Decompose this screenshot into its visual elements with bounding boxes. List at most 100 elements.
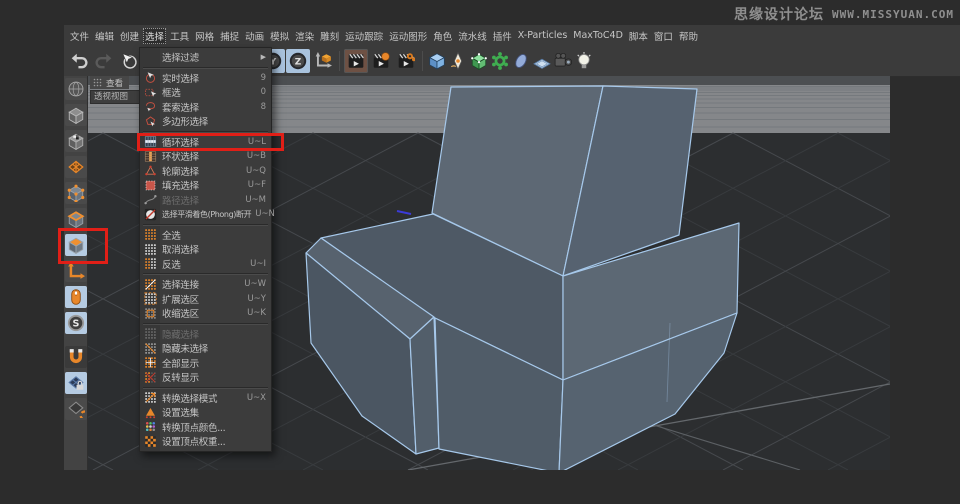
menu-item-row-6[interactable]: 环状选择U~B xyxy=(140,149,271,164)
menu-item-row-24[interactable]: 设置顶点权重... xyxy=(140,434,271,449)
menu-item-8[interactable]: 模拟 xyxy=(268,28,291,44)
sculpt-mode-button[interactable] xyxy=(65,78,87,100)
menu-item-row-3[interactable]: 套索选择8 xyxy=(140,100,271,115)
subdivision-button[interactable] xyxy=(469,49,489,73)
model-corner-chamfer[interactable] xyxy=(410,317,439,454)
menu-item-label: 选择过滤 xyxy=(162,50,261,64)
menu-item-row-17[interactable]: 隐藏选择 xyxy=(140,327,271,342)
menu-item-label: 隐藏未选择 xyxy=(162,341,266,355)
menu-item-shortcut: 0 xyxy=(261,87,266,97)
spline-pen-button[interactable] xyxy=(448,49,468,73)
menu-item-3[interactable]: 选择 xyxy=(143,28,166,44)
points-mode-button[interactable] xyxy=(65,182,87,204)
snap-magnet-button[interactable] xyxy=(65,346,87,368)
render-region-button[interactable] xyxy=(369,49,393,73)
menu-item-row-13[interactable]: 反选U~I xyxy=(140,257,271,272)
simulation-button[interactable]: S xyxy=(65,312,87,334)
menu-item-4[interactable]: 工具 xyxy=(168,28,191,44)
menu-x-particles[interactable]: X-Particles xyxy=(516,29,570,42)
viewport-view-tab[interactable]: 查看 xyxy=(90,76,129,89)
menu-item-row-1[interactable]: 实时选择9 xyxy=(140,71,271,86)
menu-item-row-11[interactable]: 全选 xyxy=(140,228,271,243)
floor-button[interactable] xyxy=(532,49,552,73)
menu-item-row-23[interactable]: 转换顶点颜色... xyxy=(140,420,271,435)
menu-item-11[interactable]: 运动跟踪 xyxy=(343,28,385,44)
menu-item-13[interactable]: 角色 xyxy=(431,28,454,44)
undo-button[interactable] xyxy=(67,49,91,73)
m-live-icon xyxy=(143,71,158,85)
polygons-mode-button[interactable] xyxy=(65,234,87,256)
menu-item-label: 多边形选择 xyxy=(162,114,266,128)
axis-mode-button[interactable] xyxy=(65,260,87,282)
workplane-button[interactable] xyxy=(65,398,87,420)
menu-item-2[interactable]: 创建 xyxy=(118,28,141,44)
menu-item-row-22[interactable]: 设置选集 xyxy=(140,405,271,420)
lock-z-button[interactable]: Z xyxy=(286,49,310,73)
model-mode-button[interactable] xyxy=(65,104,87,126)
mograph-button[interactable] xyxy=(490,49,510,73)
menu-item-row-7[interactable]: 轮廓选择U~Q xyxy=(140,164,271,179)
render-view-button[interactable] xyxy=(344,49,368,73)
menu-item-row-4[interactable]: 多边形选择 xyxy=(140,114,271,129)
menu-item-14[interactable]: 流水线 xyxy=(456,28,489,44)
menu-item-row-2[interactable]: 框选0 xyxy=(140,85,271,100)
m-poly-icon xyxy=(143,114,158,128)
menu-maxtoc4d[interactable]: MaxToC4D xyxy=(571,29,625,42)
menu-item-label: 转换选择模式 xyxy=(162,391,243,405)
menu-item-10[interactable]: 雕刻 xyxy=(318,28,341,44)
menu-item-7[interactable]: 动画 xyxy=(243,28,266,44)
m-fill-icon xyxy=(143,178,158,192)
menu-item-row-10[interactable]: 选择平滑着色(Phong)断开U~N xyxy=(140,207,271,222)
menu-item-row-16[interactable]: 收缩选区U~K xyxy=(140,306,271,321)
menu-item-row-15[interactable]: 扩展选区U~Y xyxy=(140,292,271,307)
menu-item-row-12[interactable]: 取消选择 xyxy=(140,242,271,257)
menu-item-0[interactable]: 文件 xyxy=(68,28,91,44)
menu-item-row-18[interactable]: 隐藏未选择 xyxy=(140,341,271,356)
menu-item-18[interactable]: 脚本 xyxy=(627,28,650,44)
live-selection-button[interactable] xyxy=(117,49,141,73)
texture-mode-button[interactable] xyxy=(65,130,87,152)
coordinate-system-button[interactable] xyxy=(311,49,335,73)
redo-button[interactable] xyxy=(92,49,116,73)
m-link-icon xyxy=(143,277,158,291)
deformer-button[interactable] xyxy=(511,49,531,73)
grid-lock-button[interactable] xyxy=(65,372,87,394)
toolbar-separator xyxy=(422,51,423,71)
m-vweight-icon xyxy=(143,434,158,448)
render-settings-button[interactable] xyxy=(394,49,418,73)
menu-item-loop-selection[interactable]: 循环选择U~L xyxy=(140,135,271,150)
menu-item-shortcut: U~F xyxy=(248,180,266,190)
menu-item-shortcut: U~W xyxy=(244,279,266,289)
menu-item-12[interactable]: 运动图形 xyxy=(387,28,429,44)
camera-button[interactable] xyxy=(553,49,573,73)
menu-item-shortcut: U~N xyxy=(255,209,275,219)
menu-item-1[interactable]: 编辑 xyxy=(93,28,116,44)
menu-item-row-19[interactable]: 全部显示 xyxy=(140,356,271,371)
viewport-mouse-button[interactable] xyxy=(65,286,87,308)
m-showall-icon xyxy=(143,356,158,370)
light-button[interactable] xyxy=(574,49,594,73)
m-showinv-icon xyxy=(143,370,158,384)
menu-item-row-20[interactable]: 反转显示 xyxy=(140,370,271,385)
menu-item-shortcut: U~L xyxy=(248,137,266,147)
viewport-tab-label: 查看 xyxy=(106,77,123,89)
menu-item-row-9[interactable]: 路径选择U~M xyxy=(140,193,271,208)
menu-item-row-0[interactable]: 选择过滤▶ xyxy=(140,50,271,65)
menu-item-20[interactable]: 帮助 xyxy=(677,28,700,44)
menu-item-row-14[interactable]: 选择连接U~W xyxy=(140,277,271,292)
menu-item-15[interactable]: 插件 xyxy=(491,28,514,44)
menu-item-9[interactable]: 渲染 xyxy=(293,28,316,44)
menu-item-5[interactable]: 网格 xyxy=(193,28,216,44)
menu-separator xyxy=(143,131,268,133)
menu-item-6[interactable]: 捕捉 xyxy=(218,28,241,44)
menu-item-row-8[interactable]: 填充选择U~F xyxy=(140,178,271,193)
m-lasso-icon xyxy=(143,100,158,114)
edges-mode-button[interactable] xyxy=(65,208,87,230)
menu-item-row-21[interactable]: 转换选择模式U~X xyxy=(140,391,271,406)
m-phong-icon xyxy=(143,207,158,221)
uv-mode-button[interactable] xyxy=(65,156,87,178)
menu-item-label: 取消选择 xyxy=(162,242,266,256)
primitive-cube-button[interactable] xyxy=(427,49,447,73)
watermark: 思缘设计论坛 WWW.MISSYUAN.COM xyxy=(734,4,954,24)
menu-item-19[interactable]: 窗口 xyxy=(652,28,675,44)
